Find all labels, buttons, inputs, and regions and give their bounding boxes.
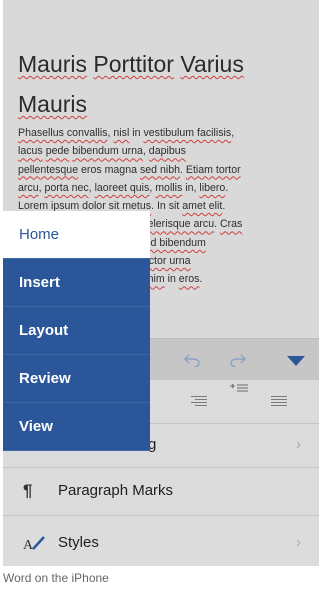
styles-row[interactable]: A Styles ›: [3, 516, 319, 566]
styles-icon: A: [23, 534, 47, 557]
indent-icon[interactable]: [229, 382, 248, 400]
text-run: in: [164, 273, 179, 286]
styles-label: Styles: [58, 534, 99, 551]
flagged-text: bibendum urna: [72, 145, 143, 158]
title-word: Mauris: [18, 51, 88, 77]
text-run: in,: [182, 181, 200, 194]
title-word: Mauris: [18, 91, 88, 117]
text-run: in: [129, 127, 144, 139]
flagged-text: eros: [178, 273, 200, 286]
flagged-text: pede: [45, 145, 70, 158]
body-line: pellentesque eros magna sed nibh. Etiam …: [18, 161, 308, 179]
title-word: Porttitor: [93, 51, 174, 77]
text-run: .: [222, 200, 226, 213]
phone-screen: Mauris Porttitor Varius Mauris Phasellus…: [3, 0, 319, 566]
menu-item-insert[interactable]: Insert: [3, 259, 150, 307]
text-run: .: [225, 181, 229, 194]
text-run: ,: [231, 127, 235, 139]
flagged-text: Etiam tortor: [185, 163, 241, 176]
flagged-text: dapibus: [148, 145, 186, 158]
flagged-text: nisl: [113, 127, 130, 139]
pilcrow-icon: ¶: [23, 481, 33, 500]
menu-item-layout[interactable]: Layout: [3, 307, 150, 355]
chevron-right-icon: ›: [296, 436, 301, 453]
flagged-text: lacus: [18, 145, 43, 158]
align-right-icon[interactable]: [191, 394, 207, 408]
flagged-text: Cras: [219, 218, 243, 231]
flagged-text: pellentesque: [18, 163, 79, 176]
flagged-text: sed nibh: [139, 163, 180, 176]
svg-text:A: A: [23, 538, 34, 552]
menu-item-home[interactable]: Home: [3, 211, 150, 259]
menu-item-view[interactable]: View: [3, 403, 150, 451]
redo-icon[interactable]: [223, 347, 253, 373]
menu-item-review[interactable]: Review: [3, 355, 150, 403]
justify-icon[interactable]: [271, 394, 287, 408]
body-line: arcu, porta nec, laoreet quis, mollis in…: [18, 179, 308, 197]
flagged-text: laoreet quis: [94, 181, 150, 194]
caption: Word on the iPhone: [3, 571, 109, 585]
caret-down-icon[interactable]: [287, 356, 305, 366]
body-line: Phasellus convallis, nisl in vestibulum …: [18, 124, 308, 142]
ribbon-tab-menu: Home Insert Layout Review View: [3, 211, 150, 451]
body-line: lacus pede bibendum urna, dapibus: [18, 142, 308, 160]
flagged-text: porta nec: [44, 181, 89, 194]
paragraph-marks-label: Paragraph Marks: [58, 482, 174, 499]
text-run: eros magna: [78, 163, 140, 176]
text-run: . In sit: [151, 200, 183, 213]
flagged-text: libero: [199, 181, 226, 194]
paragraph-marks-row[interactable]: ¶ Paragraph Marks: [3, 468, 319, 516]
document-title: Mauris Porttitor Varius Mauris: [18, 44, 308, 124]
text-run: .: [199, 273, 203, 286]
flagged-text: Phasellus convallis: [18, 127, 108, 139]
flagged-text: amet elit: [182, 200, 223, 213]
undo-icon[interactable]: [177, 347, 207, 373]
flagged-text: arcu: [18, 181, 39, 194]
chevron-right-icon: ›: [296, 534, 301, 551]
flagged-text: vestibulum facilisis: [143, 127, 232, 139]
title-word: Varius: [180, 51, 244, 77]
flagged-text: mollis: [155, 181, 183, 194]
